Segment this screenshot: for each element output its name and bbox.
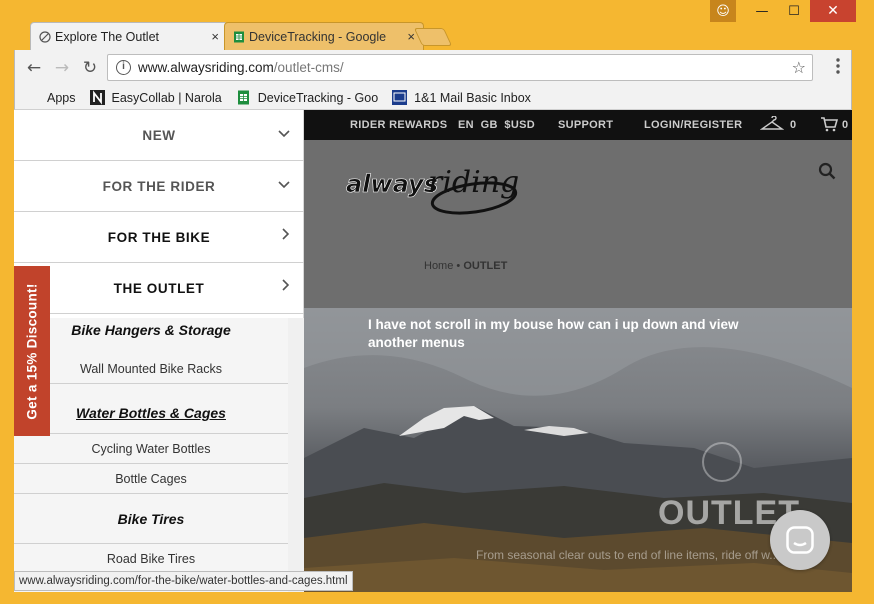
discount-tab[interactable]: Get a 15% Discount! bbox=[14, 266, 50, 436]
bookmark-label: DeviceTracking - Goo bbox=[257, 90, 379, 105]
submenu-heading[interactable]: Bike Hangers & Storage bbox=[14, 318, 288, 346]
chevron-down-icon bbox=[278, 177, 290, 193]
bookmark-apps[interactable]: Apps bbox=[25, 90, 76, 105]
outlet-emblem-icon bbox=[702, 442, 742, 482]
url-path: /outlet-cms/ bbox=[273, 60, 344, 75]
alwaysriding-logo[interactable]: always riding bbox=[344, 152, 519, 222]
menu-item-new[interactable]: NEW bbox=[14, 110, 304, 161]
rider-rewards-link[interactable]: RIDER REWARDS bbox=[350, 119, 447, 131]
forward-button[interactable]: → bbox=[51, 57, 73, 79]
breadcrumb-home[interactable]: Home bbox=[424, 260, 453, 272]
browser-toolbar: ← → ↻ i www.alwaysriding.com/outlet-cms/… bbox=[14, 50, 852, 86]
tab-close-icon[interactable]: × bbox=[407, 29, 415, 44]
bookmark-label: Apps bbox=[47, 90, 76, 105]
svg-text:always: always bbox=[346, 170, 438, 198]
submenu-item[interactable]: Wall Mounted Bike Racks bbox=[14, 354, 288, 384]
login-register-link[interactable]: LOGIN/REGISTER bbox=[644, 119, 742, 131]
submenu-scrollbar[interactable] bbox=[288, 318, 304, 592]
site-header: always riding Home • OUTLET bbox=[304, 140, 852, 310]
bookmarks-bar: Apps EasyCollab | Narola DeviceTracking … bbox=[14, 86, 852, 110]
chevron-down-icon bbox=[278, 126, 290, 142]
menu-item-for-the-bike[interactable]: FOR THE BIKE bbox=[14, 212, 304, 263]
menu-item-for-the-rider[interactable]: FOR THE RIDER bbox=[14, 161, 304, 212]
search-icon[interactable] bbox=[818, 162, 836, 180]
svg-text:riding: riding bbox=[428, 165, 519, 200]
breadcrumb-current: OUTLET bbox=[463, 260, 508, 272]
tab-device-tracking[interactable]: DeviceTracking - Google × bbox=[224, 22, 424, 50]
tab-close-icon[interactable]: × bbox=[211, 29, 219, 44]
breadcrumb-separator: • bbox=[456, 260, 461, 272]
cart-count: 0 bbox=[842, 119, 849, 131]
browser-window: ☺ — ☐ ✕ Explore The Outlet × DeviceTrack… bbox=[0, 0, 874, 604]
tab-explore-outlet[interactable]: Explore The Outlet × bbox=[30, 22, 228, 50]
reload-button[interactable]: ↻ bbox=[79, 57, 101, 79]
wishlist-count: 0 bbox=[790, 119, 797, 131]
support-link[interactable]: SUPPORT bbox=[558, 119, 613, 131]
tab-label: DeviceTracking - Google bbox=[249, 29, 387, 44]
browser-menu-icon[interactable] bbox=[833, 58, 843, 74]
menu-item-label: NEW bbox=[142, 127, 176, 143]
info-icon[interactable]: i bbox=[116, 60, 131, 75]
side-navigation-menu: NEW FOR THE RIDER FOR THE BIKE THE OUTLE… bbox=[14, 110, 304, 592]
address-bar[interactable]: i www.alwaysriding.com/outlet-cms/ ☆ bbox=[107, 54, 813, 81]
submenu-item[interactable]: Road Bike Tires bbox=[14, 544, 288, 574]
chevron-right-icon bbox=[282, 228, 290, 244]
tab-strip: Explore The Outlet × DeviceTracking - Go… bbox=[14, 18, 854, 50]
bookmark-label: EasyCollab | Narola bbox=[111, 90, 222, 105]
submenu-heading[interactable]: Bike Tires bbox=[14, 494, 288, 544]
back-button[interactable]: ← bbox=[23, 57, 45, 79]
bookmark-star-icon[interactable]: ☆ bbox=[792, 58, 806, 77]
menu-item-label: FOR THE RIDER bbox=[102, 178, 216, 194]
submenu-heading[interactable]: Water Bottles & Cages bbox=[14, 392, 288, 434]
menu-item-the-outlet[interactable]: THE OUTLET bbox=[14, 263, 304, 314]
cart-icon[interactable] bbox=[820, 116, 839, 135]
bookmark-label: 1&1 Mail Basic Inbox bbox=[414, 90, 531, 105]
bookmark-easycollab[interactable]: EasyCollab | Narola bbox=[89, 90, 222, 105]
submenu-item[interactable]: Cycling Water Bottles bbox=[14, 434, 288, 464]
page-content: RIDER REWARDS EN GB $USD SUPPORT LOGIN/R… bbox=[14, 110, 852, 592]
status-bar-url: www.alwaysriding.com/for-the-bike/water-… bbox=[14, 571, 353, 591]
bookmark-device-tracking[interactable]: DeviceTracking - Goo bbox=[236, 90, 378, 105]
sheets-icon bbox=[236, 90, 251, 105]
hero-note: I have not scroll in my bouse how can i … bbox=[368, 317, 739, 350]
tab-label: Explore The Outlet bbox=[55, 29, 159, 44]
outlet-subtitle: From seasonal clear outs to end of line … bbox=[476, 548, 816, 562]
menu-item-label: THE OUTLET bbox=[113, 280, 205, 296]
sheets-icon bbox=[233, 31, 245, 43]
chat-launcher-button[interactable] bbox=[770, 510, 830, 570]
breadcrumb: Home • OUTLET bbox=[424, 260, 507, 272]
bookmark-mail[interactable]: 1&1 Mail Basic Inbox bbox=[392, 90, 531, 105]
chevron-right-icon bbox=[282, 279, 290, 295]
discount-label: Get a 15% Discount! bbox=[24, 282, 40, 420]
submenu-panel: Bike Hangers & Storage Wall Mounted Bike… bbox=[14, 318, 288, 592]
apps-grid-icon bbox=[25, 90, 40, 105]
outlet-hero-banner: I have not scroll in my bouse how can i … bbox=[304, 308, 852, 592]
url-host: www.alwaysriding.com bbox=[138, 60, 274, 75]
chat-bubble-icon bbox=[786, 526, 814, 554]
submenu-item[interactable]: Bottle Cages bbox=[14, 464, 288, 494]
locale-selector[interactable]: EN GB $USD bbox=[458, 119, 535, 131]
site-favicon-icon bbox=[39, 31, 51, 43]
menu-item-label: FOR THE BIKE bbox=[107, 229, 211, 245]
hanger-icon[interactable] bbox=[759, 115, 785, 135]
mail-icon bbox=[392, 90, 408, 105]
site-top-bar: RIDER REWARDS EN GB $USD SUPPORT LOGIN/R… bbox=[304, 110, 852, 140]
n-logo-icon bbox=[89, 90, 105, 105]
